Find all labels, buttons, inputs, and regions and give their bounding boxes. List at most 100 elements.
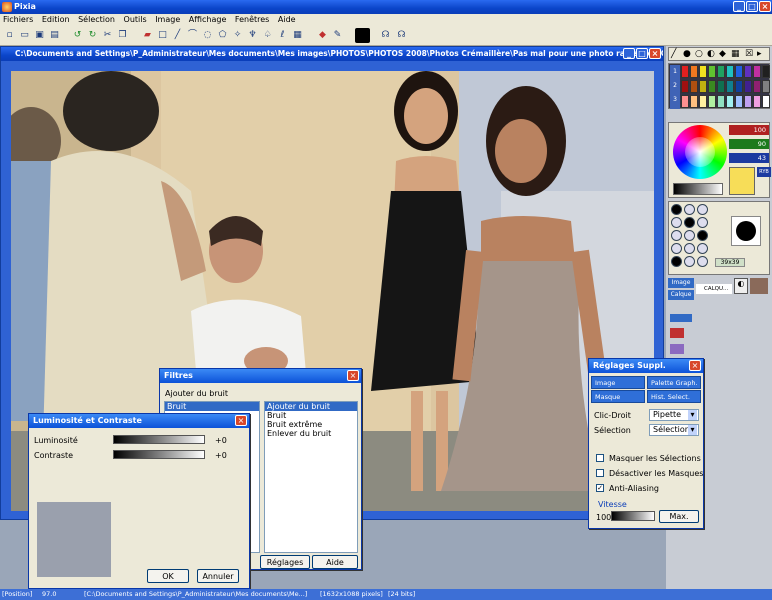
palette-swatch[interactable] (753, 80, 761, 93)
line-tool-icon[interactable]: ╱ (170, 28, 185, 43)
polygon-tool-icon[interactable]: ⬠ (215, 28, 230, 43)
pen-tool-icon[interactable]: ✎ (330, 28, 345, 43)
extra-close-icon[interactable]: × (689, 360, 701, 371)
speed-slider[interactable] (611, 511, 655, 521)
menu-fichiers[interactable]: Fichiers (0, 14, 36, 26)
red-value[interactable]: 100 (729, 125, 769, 135)
rectangle-tool-icon[interactable]: □ (155, 28, 170, 43)
selection-select[interactable]: Sélection (649, 424, 699, 436)
palette-swatch[interactable] (717, 80, 725, 93)
brush-option[interactable] (697, 243, 708, 254)
open-icon[interactable]: ▭ (17, 28, 32, 43)
palette-swatch[interactable] (690, 95, 698, 108)
brush-option[interactable] (684, 256, 695, 267)
curve-tool-icon[interactable]: ⌒ (185, 28, 200, 43)
palette-swatch[interactable] (735, 80, 743, 93)
palette-swatch[interactable] (744, 95, 752, 108)
eraser-icon[interactable]: ▰ (140, 28, 155, 43)
calque-name[interactable]: CALQU... (696, 284, 732, 294)
palette-swatch[interactable] (735, 95, 743, 108)
brush-tool-icon[interactable]: ♆ (245, 28, 260, 43)
brush-option[interactable] (697, 230, 708, 241)
brightness-close-icon[interactable]: × (235, 415, 247, 426)
panel-arrow-icon[interactable]: ▸ (757, 49, 762, 59)
settings-button[interactable]: Réglages (260, 555, 310, 569)
list-item[interactable]: Ajouter du bruit (265, 402, 357, 411)
palette-swatch[interactable] (726, 65, 734, 78)
list-item[interactable]: Enlever du bruit (265, 429, 357, 438)
color-palette[interactable]: 1 2 3 (668, 63, 770, 109)
save-icon[interactable]: ▣ (32, 28, 47, 43)
palette-row-2[interactable]: 2 (670, 79, 680, 93)
ryb-toggle[interactable]: RYB (757, 167, 771, 177)
brush-option[interactable] (697, 204, 708, 215)
stamp-icon[interactable]: ◆ (315, 28, 330, 43)
doc-close-icon[interactable]: × (649, 48, 661, 59)
tab-hist[interactable]: Hist. Select. (647, 390, 701, 403)
palette-swatch[interactable] (699, 80, 707, 93)
palette-swatch[interactable] (762, 65, 770, 78)
menu-outils[interactable]: Outils (121, 14, 150, 26)
pen-icon[interactable]: ╱ (671, 49, 676, 59)
palette-swatch[interactable] (735, 65, 743, 78)
hide-selections-checkbox[interactable] (596, 454, 604, 462)
undo-icon[interactable]: ↺ (70, 28, 85, 43)
minimize-icon[interactable]: _ (733, 1, 745, 12)
redo-icon[interactable]: ↻ (85, 28, 100, 43)
menu-aide[interactable]: Aide (275, 14, 299, 26)
palette-swatch[interactable] (690, 65, 698, 78)
headphones-alt-icon[interactable]: ☊ (394, 28, 409, 43)
palette-swatch[interactable] (726, 80, 734, 93)
list-item[interactable]: Bruit (265, 411, 357, 420)
brush-option[interactable] (671, 243, 682, 254)
brush-option[interactable] (671, 204, 682, 215)
filters-right-list[interactable]: Ajouter du bruit Bruit Bruit extrême Enl… (264, 401, 358, 553)
maximize-icon[interactable]: □ (746, 1, 758, 12)
brush-option[interactable] (671, 230, 682, 241)
menu-image[interactable]: Image (152, 14, 183, 26)
headphones-icon[interactable]: ☊ (378, 28, 393, 43)
grid-icon[interactable]: ▦ (731, 49, 740, 59)
menu-edition[interactable]: Edition (39, 14, 73, 26)
help-button[interactable]: Aide (312, 555, 358, 569)
brush-option[interactable] (671, 217, 682, 228)
disable-masks-checkbox[interactable] (596, 469, 604, 477)
palette-swatch[interactable] (762, 95, 770, 108)
copy-icon[interactable]: ❐ (115, 28, 130, 43)
brush-option[interactable] (697, 256, 708, 267)
palette-swatch[interactable] (708, 95, 716, 108)
color-swatch-icon[interactable] (355, 28, 370, 43)
palette-swatch[interactable] (699, 65, 707, 78)
blue-value[interactable]: 43 (729, 153, 769, 163)
doc-maximize-icon[interactable]: □ (636, 48, 648, 59)
color-wheel[interactable] (673, 125, 727, 179)
secondary-color-swatch[interactable] (729, 167, 755, 195)
doc-minimize-icon[interactable]: _ (623, 48, 635, 59)
layer-calque[interactable]: Calque (668, 290, 694, 300)
grey-gradient[interactable] (673, 183, 723, 195)
menu-affichage[interactable]: Affichage (186, 14, 230, 26)
cut-icon[interactable]: ✂ (100, 28, 115, 43)
text-tool-icon[interactable]: ℓ (275, 28, 290, 43)
brush-option[interactable] (697, 217, 708, 228)
layer-tool-3-icon[interactable] (670, 344, 684, 354)
palette-swatch[interactable] (726, 95, 734, 108)
layer-visibility-icon[interactable]: ◐ (734, 278, 748, 294)
menu-selection[interactable]: Sélection (75, 14, 118, 26)
fill-icon[interactable]: ◆ (719, 49, 726, 59)
palette-swatch[interactable] (753, 95, 761, 108)
palette-swatch[interactable] (681, 65, 689, 78)
circle-icon[interactable]: ○ (695, 49, 703, 59)
brush-option[interactable] (684, 204, 695, 215)
anti-aliasing-checkbox[interactable]: ✓ (596, 484, 604, 492)
list-item[interactable]: Bruit (165, 402, 259, 411)
menu-fenetres[interactable]: Fenêtres (232, 14, 272, 26)
brush-option[interactable] (684, 243, 695, 254)
palette-swatch[interactable] (753, 65, 761, 78)
brush-size[interactable]: 39x39 (715, 258, 745, 267)
right-click-select[interactable]: Pipette (649, 409, 699, 421)
palette-swatch[interactable] (681, 95, 689, 108)
palette-row-1[interactable]: 1 (670, 65, 680, 79)
luminosity-slider[interactable] (113, 435, 205, 444)
palette-swatch[interactable] (699, 95, 707, 108)
